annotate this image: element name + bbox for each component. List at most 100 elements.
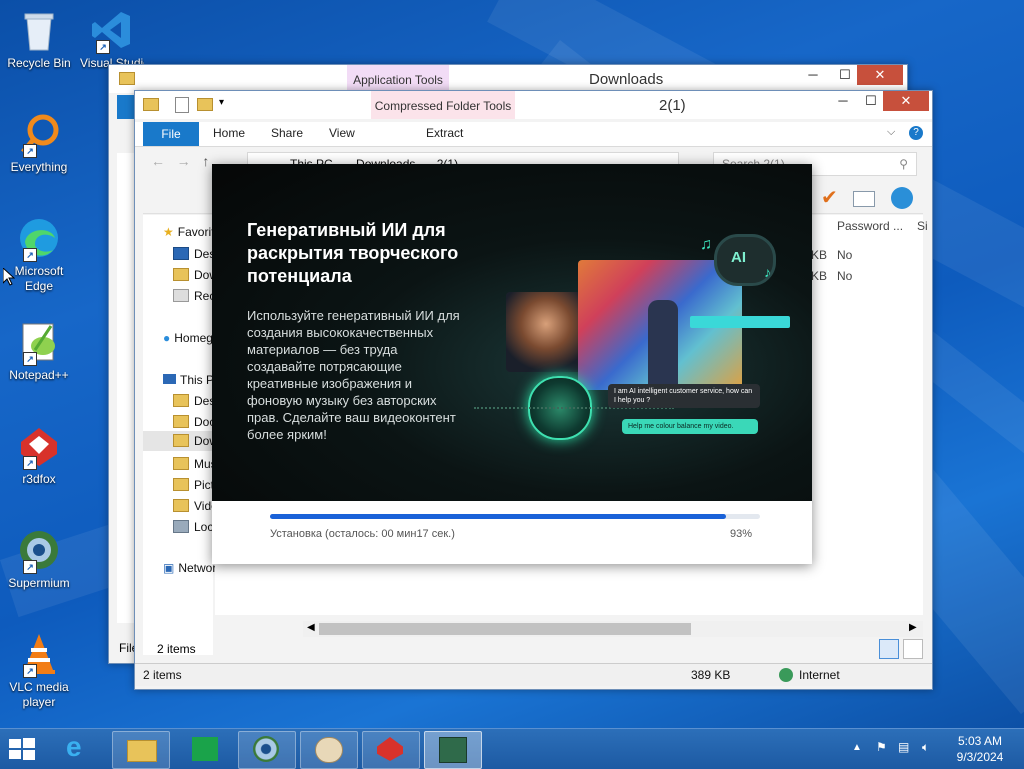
taskbar: e ▲ ⚑ ▤ 🔈︎ 5:03 AM 9/3/2024: [0, 728, 1024, 769]
installer-window[interactable]: Генеративный ИИ для раскрытия творческог…: [212, 164, 812, 564]
status-bar: 2 items 389 KB Internet: [135, 663, 932, 686]
navigation-pane-strip: [117, 153, 135, 623]
checkmark-icon[interactable]: ✔: [821, 185, 838, 210]
desktop-icon-vlc[interactable]: ↗ VLC media player: [1, 632, 77, 710]
desktop-icon-supermium[interactable]: ↗ Supermium: [1, 528, 77, 591]
tab-extract[interactable]: Extract: [426, 126, 463, 140]
windows-logo-icon: [9, 738, 35, 760]
maximize-button[interactable]: ☐: [857, 91, 885, 111]
desktop-icon-label: Notepad++: [9, 368, 69, 382]
minimize-button[interactable]: ─: [829, 91, 857, 111]
scroll-left-icon[interactable]: ◀: [307, 622, 315, 633]
ribbon-tabs: File Home Share View Extract ⌵ ?: [135, 122, 932, 147]
artist-figure: [648, 300, 678, 390]
taskbar-r3dfox[interactable]: [362, 731, 420, 769]
search-card-bar: [690, 316, 790, 328]
inner-status-count: 2 items: [157, 642, 196, 656]
comment-icon[interactable]: [853, 191, 875, 207]
folder-icon: [143, 98, 159, 111]
scrollbar-thumb[interactable]: [319, 623, 691, 635]
vscode-icon: ↗: [90, 8, 134, 54]
large-icons-view-icon[interactable]: [903, 639, 923, 659]
clock-date: 9/3/2024: [956, 750, 1004, 764]
minimize-button[interactable]: ─: [799, 65, 827, 85]
desktop-icon-label: Everything: [10, 160, 68, 174]
shortcut-arrow-icon: ↗: [23, 664, 37, 678]
close-button[interactable]: ✕: [883, 91, 929, 111]
clock-time: 5:03 AM: [957, 734, 1003, 748]
internet-explorer-icon: e: [66, 731, 82, 762]
shortcut-arrow-icon: ↗: [96, 40, 110, 54]
install-status-text: Установка (осталось: 00 мин17 сек.): [270, 528, 455, 540]
tab-view[interactable]: View: [329, 126, 355, 140]
volume-muted-icon[interactable]: 🔈︎: [922, 740, 929, 755]
status-size: 389 KB: [691, 668, 731, 682]
properties-icon[interactable]: [175, 97, 189, 113]
folder-icon: [173, 478, 189, 491]
network-icon: ▣: [163, 561, 175, 575]
desktop-icon-label: Supermium: [8, 576, 70, 590]
action-center-flag-icon[interactable]: ⚑: [876, 740, 887, 754]
network-tray-icon[interactable]: ▤: [898, 740, 909, 754]
row-size-suffix: KB: [811, 269, 828, 283]
installer-headline: Генеративный ИИ для раскрытия творческог…: [247, 220, 459, 286]
taskbar-paint[interactable]: [300, 731, 358, 769]
desktop-icon-vscode[interactable]: ↗ Visual Studio Code: [80, 8, 144, 71]
mouse-cursor-icon: [2, 266, 16, 289]
tab-home[interactable]: Home: [213, 126, 245, 140]
desktop-icon-label: Microsoft Edge: [14, 264, 64, 293]
edge-icon: ↗: [17, 216, 61, 262]
column-header-size[interactable]: Si: [917, 219, 928, 233]
shortcut-arrow-icon: ↗: [23, 560, 37, 574]
globe-icon: [779, 668, 793, 682]
nav-buttons: ← → ↑: [151, 153, 209, 169]
navigation-pane: ★Favorites Desktop Downloads Recent plac…: [143, 215, 273, 655]
taskbar-supermium[interactable]: [238, 731, 296, 769]
tab-share[interactable]: Share: [271, 126, 303, 140]
column-header-password[interactable]: Password ...: [837, 219, 903, 233]
ribbon-expand-icon[interactable]: ⌵: [887, 126, 895, 139]
title-bar[interactable]: Application Tools Downloads ─ ☐ ✕: [109, 65, 907, 93]
scroll-right-icon[interactable]: ▶: [909, 622, 917, 633]
new-folder-icon[interactable]: [197, 98, 213, 111]
portrait-image: [506, 292, 586, 372]
context-tab-application-tools[interactable]: Application Tools: [347, 65, 449, 93]
desktop-icon-recycle-bin[interactable]: Recycle Bin: [1, 8, 77, 71]
chat-reply: Help me colour balance my video.: [622, 419, 758, 434]
show-hidden-icons-icon[interactable]: ▲: [852, 742, 862, 753]
back-arrow-icon[interactable]: ←: [151, 153, 165, 169]
homegroup-icon: ●: [163, 331, 171, 345]
title-bar[interactable]: ▾ Compressed Folder Tools 2(1) ─ ☐ ✕: [135, 91, 932, 119]
start-button[interactable]: [8, 737, 36, 761]
taskbar-installer[interactable]: [424, 731, 482, 769]
context-tab-compressed-folder-tools[interactable]: Compressed Folder Tools: [371, 91, 515, 119]
desktop-icon-notepadpp[interactable]: ↗ Notepad++: [1, 320, 77, 383]
forward-arrow-icon[interactable]: →: [177, 153, 191, 169]
maximize-button[interactable]: ☐: [831, 65, 859, 85]
everything-icon: ↗: [17, 112, 61, 158]
up-arrow-icon[interactable]: ↑: [202, 153, 209, 169]
taskbar-file-explorer[interactable]: [112, 731, 170, 769]
music-note-icon: ♫: [700, 236, 712, 253]
taskbar-ie[interactable]: e: [54, 731, 110, 767]
status-zone: Internet: [799, 668, 840, 682]
quick-access-dropdown-icon[interactable]: ▾: [219, 97, 224, 108]
desktop-icon-everything[interactable]: ↗ Everything: [1, 112, 77, 175]
chat-bubble: I am AI intelligent customer service, ho…: [608, 384, 760, 408]
shortcut-arrow-icon: ↗: [23, 456, 37, 470]
desktop-icon-r3dfox[interactable]: ↗ r3dfox: [1, 424, 77, 487]
details-view-icon[interactable]: [879, 639, 899, 659]
clock[interactable]: 5:03 AM 9/3/2024: [944, 733, 1016, 765]
folder-icon: [119, 72, 135, 85]
music-note-icon: ♪: [764, 264, 771, 280]
close-button[interactable]: ✕: [857, 65, 903, 85]
info-icon[interactable]: [891, 187, 913, 209]
help-icon[interactable]: ?: [909, 126, 923, 140]
r3dfox-icon: [377, 737, 403, 761]
folder-icon: [173, 499, 189, 512]
horizontal-scrollbar[interactable]: ◀ ▶: [303, 621, 923, 637]
window-title: Downloads: [589, 71, 664, 88]
drive-icon: [173, 520, 189, 533]
taskbar-store[interactable]: [178, 731, 234, 767]
tab-file[interactable]: File: [143, 122, 199, 146]
